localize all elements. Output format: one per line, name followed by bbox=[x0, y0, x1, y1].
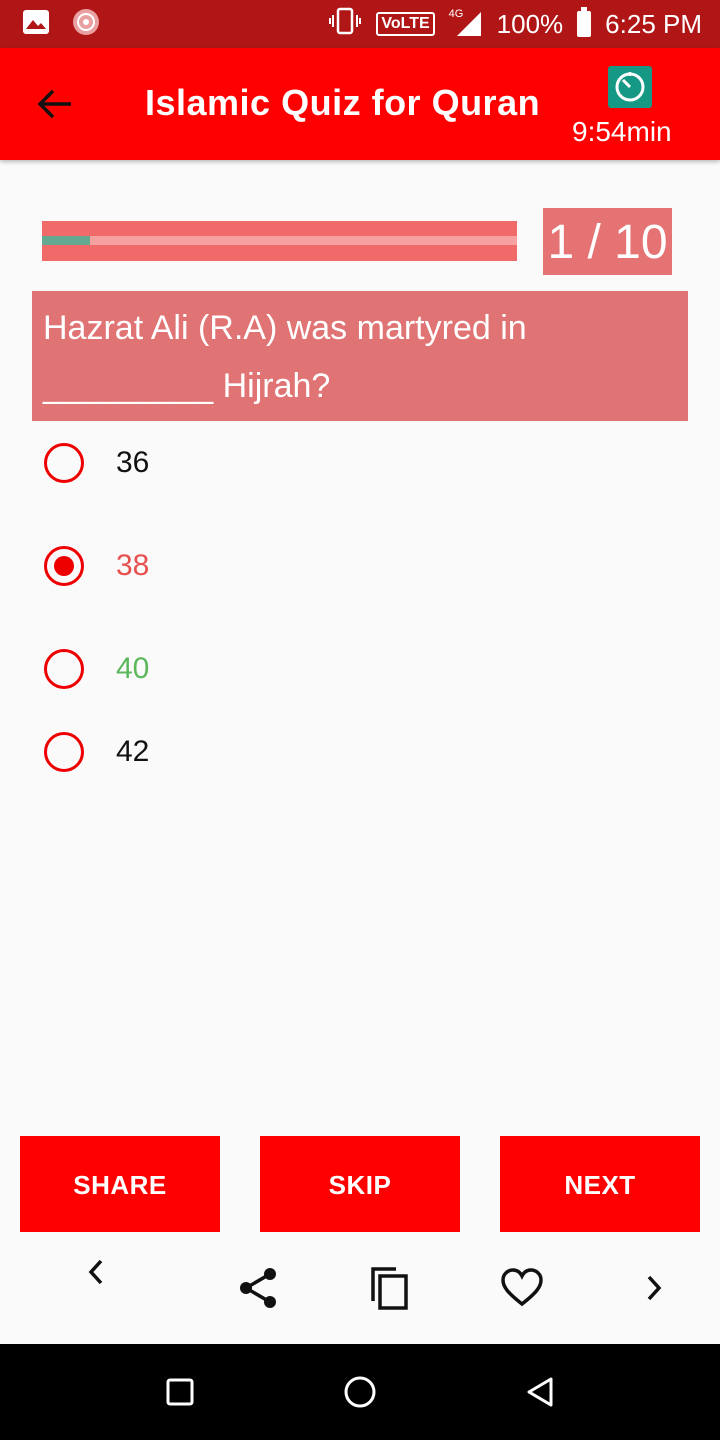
gallery-notification-icon bbox=[22, 9, 50, 40]
copy-icon[interactable] bbox=[366, 1264, 412, 1312]
recents-icon[interactable] bbox=[160, 1372, 200, 1412]
radio-button-checked[interactable] bbox=[44, 546, 84, 586]
share-icon[interactable] bbox=[234, 1264, 282, 1312]
app-bar: Islamic Quiz for Quran 9:54min bbox=[0, 48, 720, 160]
chevron-left-icon[interactable] bbox=[78, 1252, 114, 1292]
timer-icon bbox=[608, 66, 652, 108]
option-2[interactable]: 38 bbox=[44, 546, 149, 586]
progress-fill bbox=[42, 236, 90, 245]
radio-button[interactable] bbox=[44, 732, 84, 772]
option-label: 36 bbox=[116, 446, 150, 479]
app-notification-icon bbox=[72, 8, 100, 41]
timer-text: 9:54min bbox=[572, 116, 672, 147]
option-label: 40 bbox=[116, 652, 150, 685]
volte-badge: VoLTE bbox=[376, 12, 435, 36]
option-4[interactable]: 42 bbox=[44, 732, 149, 772]
progress-bar bbox=[42, 221, 517, 261]
app-title: Islamic Quiz for Quran bbox=[145, 82, 541, 123]
option-3[interactable]: 40 bbox=[44, 649, 149, 689]
option-1[interactable]: 36 bbox=[44, 443, 149, 483]
option-label: 42 bbox=[116, 735, 150, 768]
progress-track bbox=[42, 236, 517, 245]
next-button[interactable]: NEXT bbox=[500, 1136, 700, 1232]
battery-percent: 100% bbox=[496, 8, 564, 39]
radio-button[interactable] bbox=[44, 443, 84, 483]
clock: 6:25 PM bbox=[605, 8, 702, 39]
skip-button[interactable]: SKIP bbox=[260, 1136, 460, 1232]
battery-icon bbox=[577, 7, 592, 37]
share-button[interactable]: SHARE bbox=[20, 1136, 220, 1232]
radio-button[interactable] bbox=[44, 649, 84, 689]
system-nav-bar bbox=[0, 1344, 720, 1440]
signal-icon: 4G bbox=[449, 8, 483, 38]
question-counter: 1 / 10 bbox=[543, 208, 672, 275]
vibrate-icon bbox=[328, 7, 362, 42]
back-arrow-icon[interactable] bbox=[30, 82, 80, 126]
option-label: 38 bbox=[116, 549, 150, 582]
status-bar: VoLTE 4G 100% 6:25 PM bbox=[0, 0, 720, 48]
heart-icon[interactable] bbox=[498, 1266, 546, 1310]
home-icon[interactable] bbox=[340, 1372, 380, 1412]
chevron-right-icon[interactable] bbox=[636, 1268, 672, 1308]
question-line-2: _________ Hijrah? bbox=[43, 367, 331, 405]
question-line-1: Hazrat Ali (R.A) was martyred in bbox=[43, 309, 527, 347]
back-icon[interactable] bbox=[520, 1372, 560, 1412]
question-text: Hazrat Ali (R.A) was martyred in _______… bbox=[32, 291, 688, 421]
